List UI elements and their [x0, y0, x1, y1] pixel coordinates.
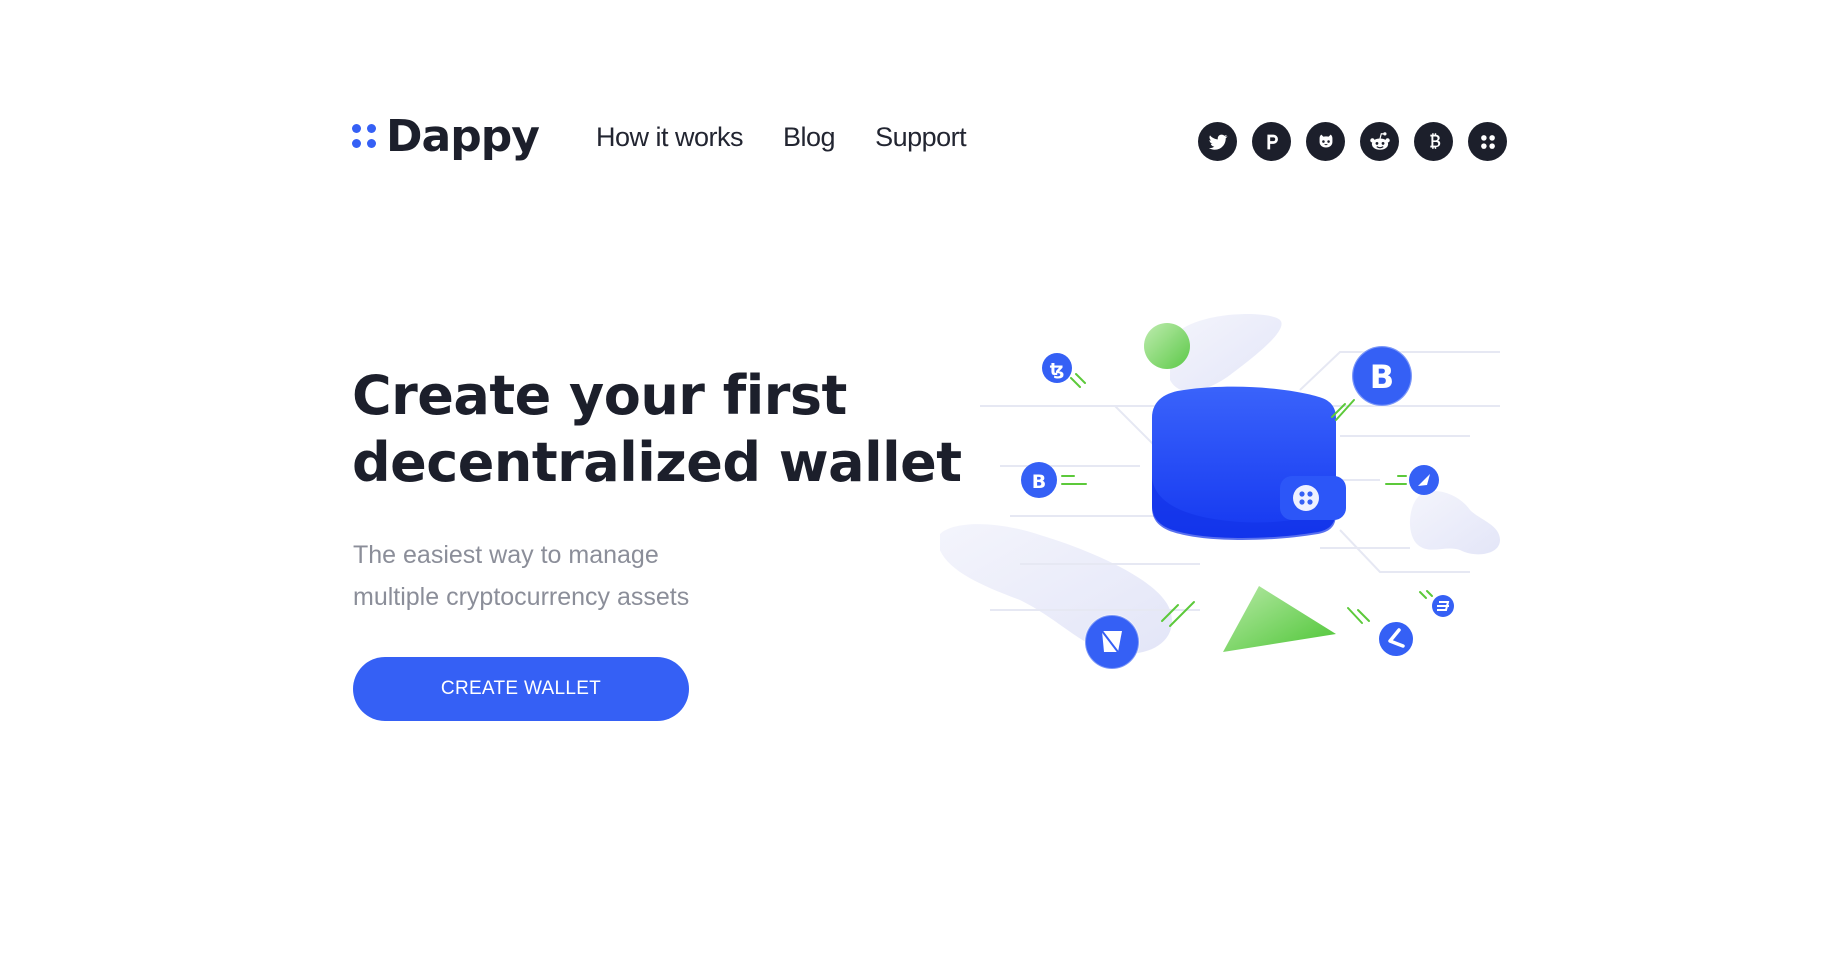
svg-text:B: B [1370, 358, 1394, 396]
green-sphere [1144, 323, 1190, 369]
nav-item-blog[interactable]: Blog [783, 122, 836, 153]
ethereum-coin-icon [1084, 614, 1140, 670]
icon-coin-icon [1409, 465, 1439, 495]
reddit-icon[interactable] [1360, 122, 1399, 161]
bitcoin-icon[interactable] [1414, 122, 1453, 161]
hero-title-line: Create your first [352, 364, 847, 427]
dash-coin-icon [1432, 595, 1454, 617]
create-wallet-button[interactable]: CREATE WALLET [353, 657, 689, 721]
hero-subtitle-line: multiple cryptocurrency assets [353, 583, 690, 611]
svg-text:ꜩ: ꜩ [1050, 360, 1065, 380]
bitcoin-small-coin-icon: B [1021, 462, 1057, 498]
wallet-icon [1152, 386, 1346, 540]
svg-text:B: B [1032, 471, 1046, 493]
nav-item-support[interactable]: Support [875, 122, 967, 153]
hero-subtitle-line: The easiest way to manage [353, 541, 659, 569]
twitter-icon[interactable] [1198, 122, 1237, 161]
social-links [1198, 122, 1507, 161]
github-icon[interactable] [1306, 122, 1345, 161]
dappy-icon[interactable] [1468, 122, 1507, 161]
logo[interactable]: Dappy [352, 110, 540, 162]
nav-item-how-it-works[interactable]: How it works [596, 122, 744, 153]
hero-subtitle: The easiest way to manage multiple crypt… [353, 534, 813, 618]
landing-page: Dappy How it works Blog Support Create y… [0, 0, 1840, 976]
litecoin-coin-icon [1379, 622, 1413, 656]
hero-title-line: decentralized wallet [352, 431, 962, 494]
logo-mark-icon [352, 124, 376, 148]
producthunt-icon[interactable] [1252, 122, 1291, 161]
wallet-illustration: B ꜩ B [940, 314, 1500, 670]
bitcoin-coin-icon: B [1350, 344, 1414, 408]
green-triangle [1223, 586, 1336, 652]
main-nav: How it works Blog Support [596, 122, 967, 153]
tezos-coin-icon: ꜩ [1042, 353, 1072, 383]
logo-text: Dappy [386, 110, 540, 162]
hero-title: Create your first decentralized wallet [352, 362, 962, 496]
